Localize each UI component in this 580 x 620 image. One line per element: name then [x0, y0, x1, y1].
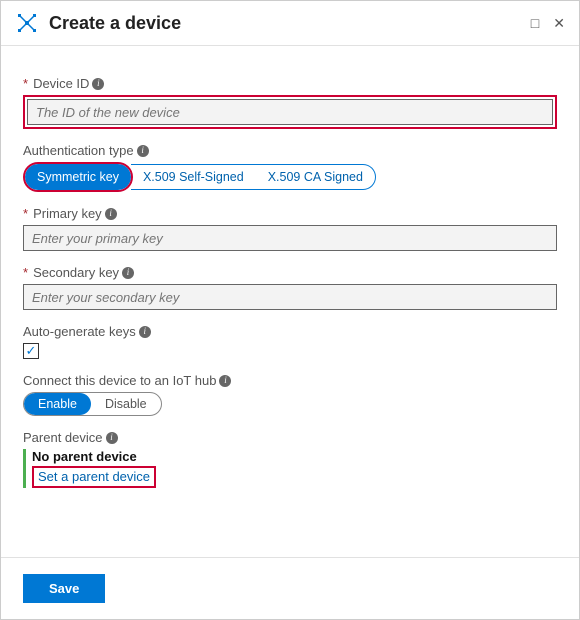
device-id-label: Device ID	[33, 76, 89, 91]
device-id-highlight	[23, 95, 557, 129]
secondary-key-label: Secondary key	[33, 265, 119, 280]
field-secondary-key: * Secondary key i	[23, 265, 557, 310]
field-autogen-keys: Auto-generate keys i ✓	[23, 324, 557, 359]
auth-option-x509-ca-signed[interactable]: X.509 CA Signed	[256, 165, 375, 189]
connect-toggle: Enable Disable	[23, 392, 162, 416]
info-icon[interactable]: i	[137, 145, 149, 157]
field-auth-type: Authentication type i Symmetric key X.50…	[23, 143, 557, 192]
primary-key-label: Primary key	[33, 206, 102, 221]
info-icon[interactable]: i	[92, 78, 104, 90]
field-primary-key: * Primary key i	[23, 206, 557, 251]
info-icon[interactable]: i	[122, 267, 134, 279]
info-icon[interactable]: i	[106, 432, 118, 444]
auth-option-x509-self-signed[interactable]: X.509 Self-Signed	[131, 165, 256, 189]
connect-option-disable[interactable]: Disable	[91, 393, 161, 415]
info-icon[interactable]: i	[139, 326, 151, 338]
required-marker: *	[23, 265, 28, 280]
app-logo-icon	[15, 11, 39, 35]
parent-status: No parent device	[32, 449, 557, 464]
info-icon[interactable]: i	[105, 208, 117, 220]
set-parent-device-link[interactable]: Set a parent device	[38, 469, 150, 484]
parent-label: Parent device	[23, 430, 103, 445]
checkmark-icon: ✓	[26, 343, 37, 359]
required-marker: *	[23, 206, 28, 221]
dialog-title: Create a device	[49, 13, 531, 34]
close-icon[interactable]: ✕	[553, 16, 565, 30]
parent-link-highlight: Set a parent device	[32, 466, 156, 488]
dialog-footer: Save	[1, 557, 579, 619]
connect-label: Connect this device to an IoT hub	[23, 373, 216, 388]
maximize-icon[interactable]: □	[531, 16, 539, 30]
primary-key-input[interactable]	[23, 225, 557, 251]
save-button[interactable]: Save	[23, 574, 105, 603]
info-icon[interactable]: i	[219, 375, 231, 387]
device-id-input[interactable]	[27, 99, 553, 125]
connect-option-enable[interactable]: Enable	[24, 393, 91, 415]
field-parent-device: Parent device i No parent device Set a p…	[23, 430, 557, 488]
autogen-checkbox[interactable]: ✓	[23, 343, 39, 359]
auth-type-label: Authentication type	[23, 143, 134, 158]
field-connect-hub: Connect this device to an IoT hub i Enab…	[23, 373, 557, 416]
dialog-body: * Device ID i Authentication type i Symm…	[1, 46, 579, 512]
secondary-key-input[interactable]	[23, 284, 557, 310]
auth-selected-highlight: Symmetric key	[23, 162, 133, 192]
field-device-id: * Device ID i	[23, 76, 557, 129]
auth-option-symmetric-key[interactable]: Symmetric key	[25, 164, 131, 190]
required-marker: *	[23, 76, 28, 91]
autogen-label: Auto-generate keys	[23, 324, 136, 339]
dialog-header: Create a device □ ✕	[1, 1, 579, 46]
